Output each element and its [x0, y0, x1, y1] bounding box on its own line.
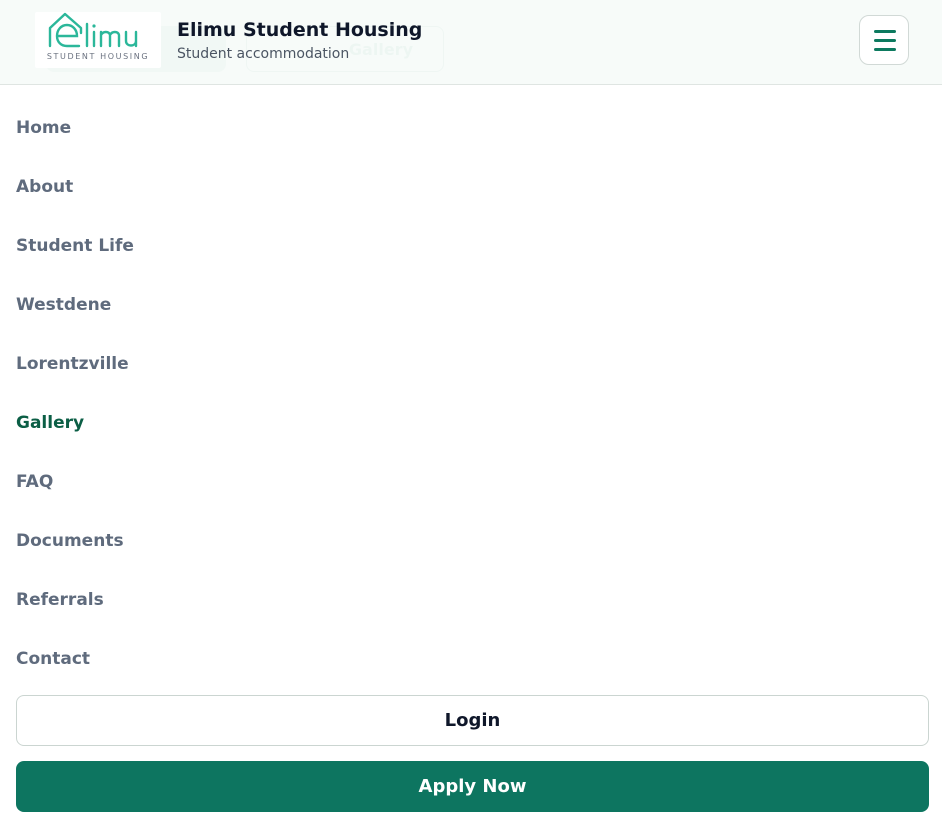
logo[interactable]: STUDENT HOUSING	[35, 12, 161, 68]
page: Gallery STUDENT HOUSING Elimu Student Ho…	[0, 0, 942, 822]
nav-item-documents[interactable]: Documents	[16, 530, 124, 552]
nav-item-referrals[interactable]: Referrals	[16, 589, 104, 611]
site-title: Elimu Student Housing	[177, 19, 423, 41]
nav-item-contact[interactable]: Contact	[16, 648, 90, 670]
nav-item-about[interactable]: About	[16, 176, 73, 198]
nav-item-home[interactable]: Home	[16, 117, 71, 139]
apply-now-button[interactable]: Apply Now	[16, 761, 929, 812]
login-button-label: Login	[444, 710, 501, 731]
house-icon	[48, 12, 138, 48]
nav-item-westdene[interactable]: Westdene	[16, 294, 111, 316]
nav-item-faq[interactable]: FAQ	[16, 471, 53, 493]
nav-item-student-life[interactable]: Student Life	[16, 235, 134, 257]
menu-toggle-button[interactable]	[859, 15, 909, 65]
apply-now-button-label: Apply Now	[418, 776, 527, 797]
nav-item-lorentzville[interactable]: Lorentzville	[16, 353, 129, 375]
logo-subtitle: STUDENT HOUSING	[46, 52, 150, 61]
nav-item-gallery[interactable]: Gallery	[16, 412, 84, 434]
login-button[interactable]: Login	[16, 695, 929, 746]
site-tagline: Student accommodation	[177, 46, 350, 62]
site-header: STUDENT HOUSING Elimu Student Housing St…	[0, 0, 942, 85]
